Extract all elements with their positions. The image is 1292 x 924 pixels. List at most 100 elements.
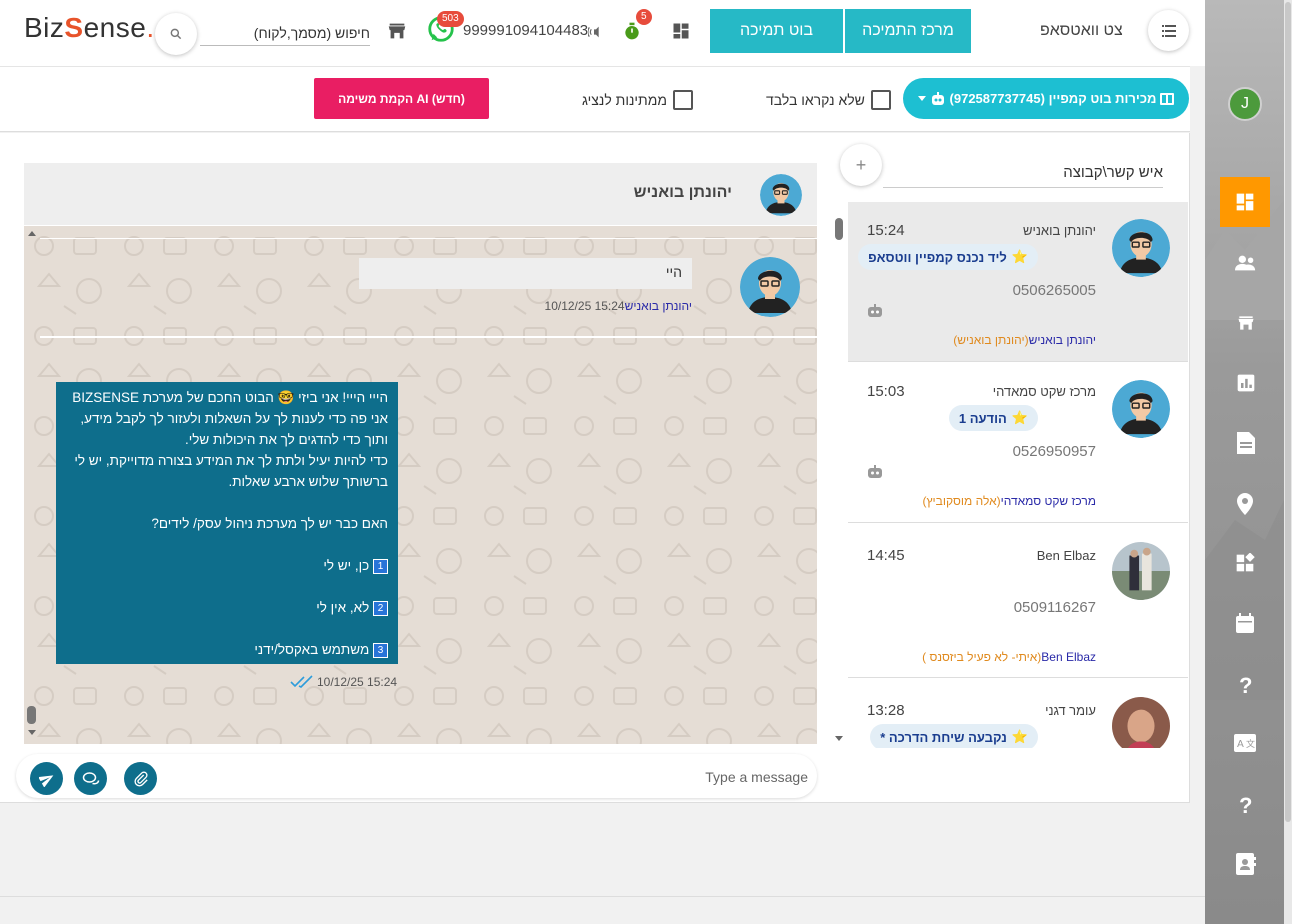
dashboard-icon <box>1236 193 1254 211</box>
sidebar-item-contacts[interactable] <box>1236 853 1256 880</box>
bizsense-logo[interactable]: BizSense. <box>24 12 155 44</box>
scroll-up-icon[interactable] <box>28 230 36 236</box>
scrollbar-thumb[interactable] <box>1285 2 1291 822</box>
sidebar-item-documents[interactable] <box>1237 432 1255 459</box>
sidebar-item-widgets[interactable] <box>1235 552 1255 578</box>
chat-scrollbar[interactable] <box>25 226 39 741</box>
send-icon <box>38 774 53 787</box>
right-sidebar <box>1205 0 1292 924</box>
search-button[interactable] <box>155 13 197 55</box>
sidebar-item-users[interactable] <box>1235 254 1257 277</box>
star-icon: ⭐ <box>1011 729 1028 744</box>
support-center-button[interactable]: מרכז התמיכה <box>845 9 971 53</box>
user-avatar[interactable]: J <box>1228 87 1262 121</box>
attach-button[interactable] <box>124 762 157 795</box>
message-line: ותוך כדי להדגים לך את היכולות שלי. <box>184 432 388 447</box>
menu-button[interactable] <box>1148 10 1189 51</box>
unread-only-filter[interactable]: שלא נקראו בלבד <box>766 90 891 110</box>
list-menu-icon <box>1161 24 1176 37</box>
contact-owner: Ben Elbaz(איתי- לא פעיל ביזסנס ) <box>922 650 1096 664</box>
sidebar-item-locations[interactable] <box>1237 493 1253 520</box>
message-line: אני פה כדי לענות לך על השאלות ולעזור לך … <box>80 411 388 426</box>
sidebar-item-reports[interactable] <box>1236 373 1256 398</box>
store-icon[interactable] <box>386 20 408 42</box>
svg-text:A: A <box>1237 739 1244 750</box>
search-icon <box>170 28 182 40</box>
scroll-down-icon[interactable] <box>28 730 36 736</box>
message-question: האם כבר יש לך מערכת ניהול עסק/ לידים? <box>151 516 388 531</box>
footer-area <box>0 803 1205 924</box>
contact-item[interactable]: יהונתן בואניש 15:24 ⭐ ליד נכנס קמפיין ווט… <box>848 202 1188 362</box>
star-icon: ⭐ <box>1011 410 1028 425</box>
quick-replies-button[interactable] <box>74 762 107 795</box>
contact-item[interactable]: מרכז שקט סמאדהי 15:03 ⭐ הודעה 1 052695095… <box>848 363 1188 523</box>
page-scrollbar[interactable] <box>1284 0 1292 924</box>
widgets-icon <box>1236 552 1255 572</box>
global-search-input[interactable] <box>200 20 370 46</box>
scroll-down-icon[interactable] <box>835 736 843 742</box>
contact-tag: ⭐ נקבעה שיחת הדרכה * <box>870 724 1038 748</box>
page-title: צט וואטסאפ <box>1040 22 1123 39</box>
sidebar-item-calendar[interactable] <box>1236 613 1254 638</box>
waiting-agent-checkbox[interactable] <box>672 90 693 110</box>
contact-owner: מרכז שקט סמאדהי(אלה מוסקוביץ) <box>922 494 1097 508</box>
contact-search-input[interactable] <box>883 158 1163 188</box>
location-icon <box>1237 493 1253 515</box>
contacts-book-icon <box>1236 853 1256 875</box>
campaign-select-button[interactable]: מכירות בוט קמפיין (972587737745) <box>903 78 1189 119</box>
translate-icon: A文 <box>1234 734 1256 752</box>
outgoing-message-meta: 10/12/25 15:24 <box>290 675 397 689</box>
incoming-message-bubble[interactable]: היי <box>359 258 692 289</box>
contact-name: יהונתן בואניש <box>1022 223 1096 238</box>
calendar-icon <box>1236 613 1254 633</box>
chevron-down-icon <box>917 95 926 101</box>
document-icon <box>1237 432 1255 454</box>
avatar <box>1112 380 1170 438</box>
contact-name: עומר דגני <box>1045 703 1096 718</box>
number-2-icon: 2 <box>373 600 388 616</box>
contact-item[interactable]: עומר דגני 13:28 ⭐ נקבעה שיחת הדרכה * <box>848 679 1188 748</box>
filter-bar: מכירות בוט קמפיין (972587737745) שלא נקר… <box>0 66 1190 132</box>
sidebar-item-translate[interactable]: A文 <box>1234 734 1256 757</box>
scrollbar-thumb[interactable] <box>835 218 843 240</box>
message-input[interactable] <box>176 766 808 788</box>
help-icon[interactable]: ? <box>1239 793 1252 819</box>
bot-icon <box>868 465 882 478</box>
avatar <box>1112 219 1170 277</box>
whatsapp-badge: 503 <box>437 11 464 27</box>
double-check-icon <box>290 675 313 688</box>
number-1-icon: 1 <box>373 558 388 574</box>
send-button[interactable] <box>30 762 63 795</box>
top-bar: BizSense. 503 999991094104483 5 בוט תמיכ… <box>0 0 1205 66</box>
message-datetime: 10/12/25 15:24 <box>317 675 398 689</box>
contact-time: 15:03 <box>867 383 905 400</box>
whatsapp-number: 999991094104483 <box>463 22 589 39</box>
waiting-agent-filter[interactable]: ממתינות לנציג <box>582 90 693 110</box>
help-icon[interactable]: ? <box>1239 673 1252 699</box>
sidebar-item-store[interactable] <box>1236 313 1256 338</box>
add-contact-button[interactable]: + <box>840 144 882 186</box>
scrollbar-thumb[interactable] <box>27 706 36 724</box>
unread-only-checkbox[interactable] <box>870 90 891 110</box>
contact-phone: 0526950957 <box>1012 443 1096 460</box>
sender-avatar <box>740 257 800 317</box>
contacts-scrollbar[interactable] <box>833 212 845 748</box>
dashboard-grid-icon[interactable] <box>672 22 690 40</box>
contact-tag: ⭐ ליד נכנס קמפיין ווטסאפ <box>858 244 1038 270</box>
sound-icon[interactable] <box>588 24 604 40</box>
contact-item[interactable]: Ben Elbaz 14:45 0509116267 Ben Elbaz(אית… <box>848 524 1188 678</box>
bot-support-button[interactable]: בוט תמיכה <box>710 9 843 53</box>
contact-phone: 0506265005 <box>1012 282 1096 299</box>
contact-time: 13:28 <box>867 702 905 719</box>
create-ai-task-button[interactable]: הקמת משימה AI (חדש) <box>314 78 489 119</box>
incoming-message-meta: 10/12/25 15:24יהונתן בואניש <box>440 299 692 313</box>
robot-icon <box>931 91 944 105</box>
message-line: ברשותך שלוש ארבע שאלות. <box>228 474 388 489</box>
contact-name: Ben Elbaz <box>1036 548 1096 563</box>
message-line: הייי הייי! אני ביזי 🤓 הבוט החכם של מערכת… <box>72 390 388 405</box>
sidebar-item-dashboard[interactable] <box>1220 177 1270 227</box>
campaign-label: מכירות בוט קמפיין (972587737745) <box>949 91 1157 106</box>
outgoing-message-bubble[interactable]: הייי הייי! אני ביזי 🤓 הבוט החכם של מערכת… <box>56 382 398 664</box>
chat-contact-avatar[interactable] <box>760 174 802 216</box>
option-3: 3 משתמש באקסל/ידני <box>66 639 388 660</box>
